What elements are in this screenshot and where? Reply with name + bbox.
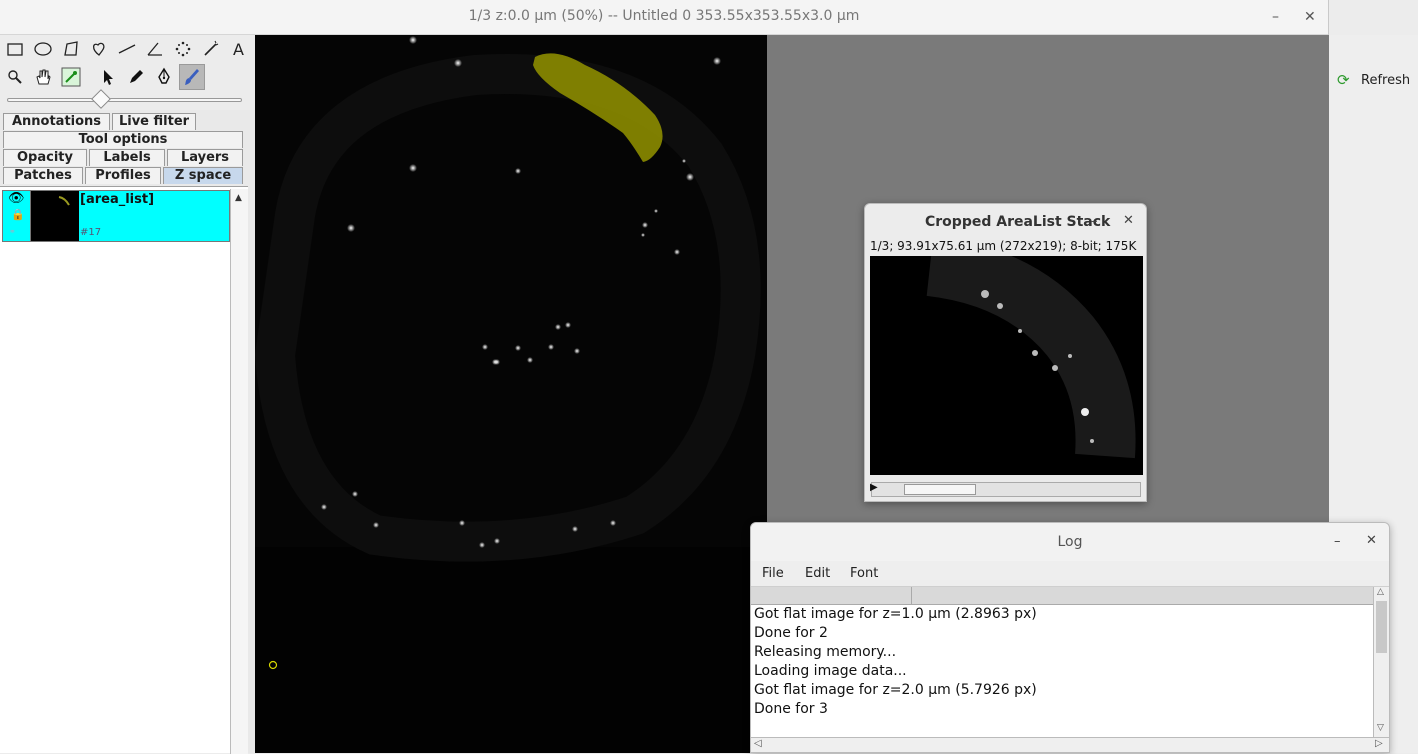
magnifier-tool-icon[interactable]: [2, 64, 28, 90]
log-horizontal-scrollbar[interactable]: ◁ ▷: [751, 737, 1389, 752]
log-title-bar: Log – ✕: [751, 523, 1389, 561]
point-tool-icon[interactable]: [170, 36, 196, 62]
log-column-header: [751, 587, 1373, 605]
tab-opacity[interactable]: Opacity: [3, 149, 87, 166]
rectangle-tool-icon[interactable]: [2, 36, 28, 62]
layer-item-name: [area_list]: [80, 192, 155, 207]
play-icon[interactable]: ▶: [870, 482, 878, 493]
stack-info-text: 1/3; 93.91x75.61 µm (272x219); 8-bit; 17…: [870, 239, 1137, 253]
freehand-tool-icon[interactable]: [86, 36, 112, 62]
scrollbar-thumb[interactable]: [1376, 601, 1387, 653]
stack-close-button[interactable]: ✕: [1123, 213, 1134, 228]
stack-image[interactable]: [870, 256, 1143, 475]
log-line: Done for 3: [754, 701, 828, 717]
scroll-down-arrow-icon[interactable]: ▽: [1377, 723, 1384, 733]
minimize-button[interactable]: –: [1272, 9, 1279, 25]
log-minimize-button[interactable]: –: [1334, 534, 1341, 549]
stack-slice-scrollbar[interactable]: ▶: [870, 482, 1141, 497]
stack-minimize-button[interactable]: –: [1091, 214, 1098, 229]
log-line: Loading image data...: [754, 663, 907, 679]
log-close-button[interactable]: ✕: [1366, 533, 1377, 548]
zspace-panel: 👁 🔒 ⚭ [area_list] #17 ▲: [0, 186, 248, 754]
link-icon[interactable]: ⚭: [9, 227, 16, 236]
pen-tool-icon[interactable]: [151, 64, 177, 90]
lock-icon[interactable]: 🔒: [11, 208, 25, 221]
scroll-left-arrow-icon[interactable]: ◁: [754, 738, 762, 749]
visibility-column: 👁 🔒 ⚭: [3, 191, 31, 241]
select-arrow-tool-icon[interactable]: [95, 64, 121, 90]
scroll-right-arrow-icon[interactable]: ▷: [1375, 738, 1383, 749]
tab-layers[interactable]: Layers: [167, 149, 243, 166]
cursor-marker: [268, 660, 278, 670]
layer-thumbnail: [31, 191, 79, 241]
stack-window-title: Cropped AreaList Stack: [925, 214, 1111, 230]
canvas-svg: [255, 35, 767, 670]
tab-patches[interactable]: Patches: [3, 167, 83, 184]
tab-profiles[interactable]: Profiles: [85, 167, 161, 184]
main-title-bar: 1/3 z:0.0 µm (50%) -- Untitled 0 353.55x…: [0, 0, 1328, 35]
tab-z-space[interactable]: Z space: [163, 167, 243, 184]
column-divider[interactable]: [911, 587, 912, 605]
log-line: Got flat image for z=1.0 µm (2.8963 px): [754, 606, 1037, 622]
text-tool-icon[interactable]: A: [226, 36, 252, 62]
cropped-arealist-stack-window: Cropped AreaList Stack – ✕ 1/3; 93.91x75…: [864, 203, 1147, 502]
eye-icon[interactable]: 👁: [8, 191, 25, 206]
log-window: Log – ✕ File Edit Font Got flat image fo…: [750, 522, 1390, 753]
brush-tool-icon[interactable]: [179, 64, 205, 90]
log-line: Done for 2: [754, 625, 828, 641]
log-line: Got flat image for z=2.0 µm (5.7926 px): [754, 682, 1037, 698]
line-tool-icon[interactable]: [114, 36, 140, 62]
menu-edit[interactable]: Edit: [805, 566, 830, 581]
dropper-tool-icon[interactable]: [58, 64, 84, 90]
hand-tool-icon[interactable]: [30, 64, 56, 90]
angle-tool-icon[interactable]: [142, 36, 168, 62]
main-window-title: 1/3 z:0.0 µm (50%) -- Untitled 0 353.55x…: [468, 8, 860, 24]
thumbnail-shape: [58, 196, 70, 206]
scroll-up-arrow-icon[interactable]: ▲: [235, 193, 242, 203]
image-canvas[interactable]: [255, 35, 767, 753]
refresh-button[interactable]: Refresh: [1361, 73, 1410, 88]
polygon-tool-icon[interactable]: [58, 36, 84, 62]
layer-list-scrollbar[interactable]: ▲: [230, 189, 248, 754]
opacity-slider-track[interactable]: [7, 98, 242, 102]
log-text-area[interactable]: Got flat image for z=1.0 µm (2.8963 px) …: [751, 605, 1373, 737]
svg-text:A: A: [233, 40, 244, 59]
pencil-tool-icon[interactable]: [123, 64, 149, 90]
scroll-up-arrow-icon[interactable]: △: [1377, 587, 1384, 597]
layer-item-id: #17: [80, 227, 102, 238]
close-button[interactable]: ✕: [1304, 9, 1316, 25]
tab-tool-options[interactable]: Tool options: [3, 131, 243, 148]
scrollbar-thumb[interactable]: [904, 484, 976, 495]
log-vertical-scrollbar[interactable]: △ ▽: [1373, 587, 1389, 737]
menu-font[interactable]: Font: [850, 566, 878, 581]
wand-tool-icon[interactable]: [198, 36, 224, 62]
oval-tool-icon[interactable]: [30, 36, 56, 62]
layer-list-item[interactable]: 👁 🔒 ⚭ [area_list] #17: [2, 190, 230, 242]
log-line: Releasing memory...: [754, 644, 897, 660]
stack-title-bar: Cropped AreaList Stack – ✕: [865, 204, 1146, 240]
tab-annotations[interactable]: Annotations: [3, 113, 110, 130]
log-menubar: File Edit Font: [751, 561, 1389, 587]
stack-image-svg: [926, 256, 1136, 459]
menu-file[interactable]: File: [762, 566, 784, 581]
refresh-icon[interactable]: ⟳: [1337, 71, 1350, 89]
tab-live-filter[interactable]: Live filter: [112, 113, 196, 130]
log-window-title: Log: [1057, 534, 1083, 550]
tab-labels[interactable]: Labels: [89, 149, 165, 166]
